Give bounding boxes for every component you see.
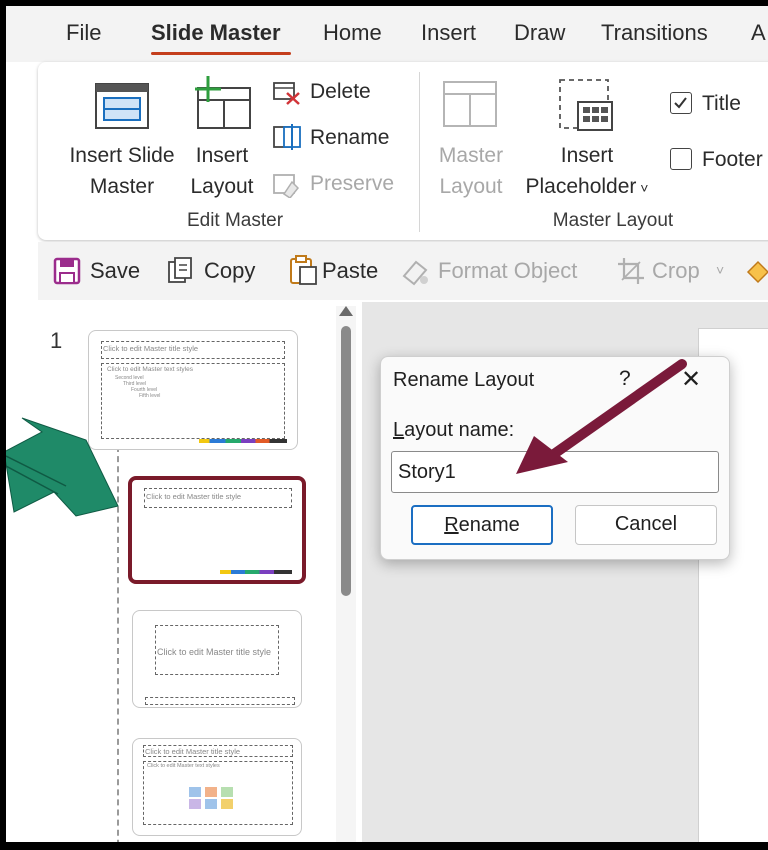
- maroon-annotation-arrow: [516, 359, 687, 474]
- app-window: File Slide Master Home Insert Draw Trans…: [0, 0, 768, 850]
- green-annotation-arrow: [6, 417, 119, 517]
- annotation-arrows-layer: [6, 359, 687, 517]
